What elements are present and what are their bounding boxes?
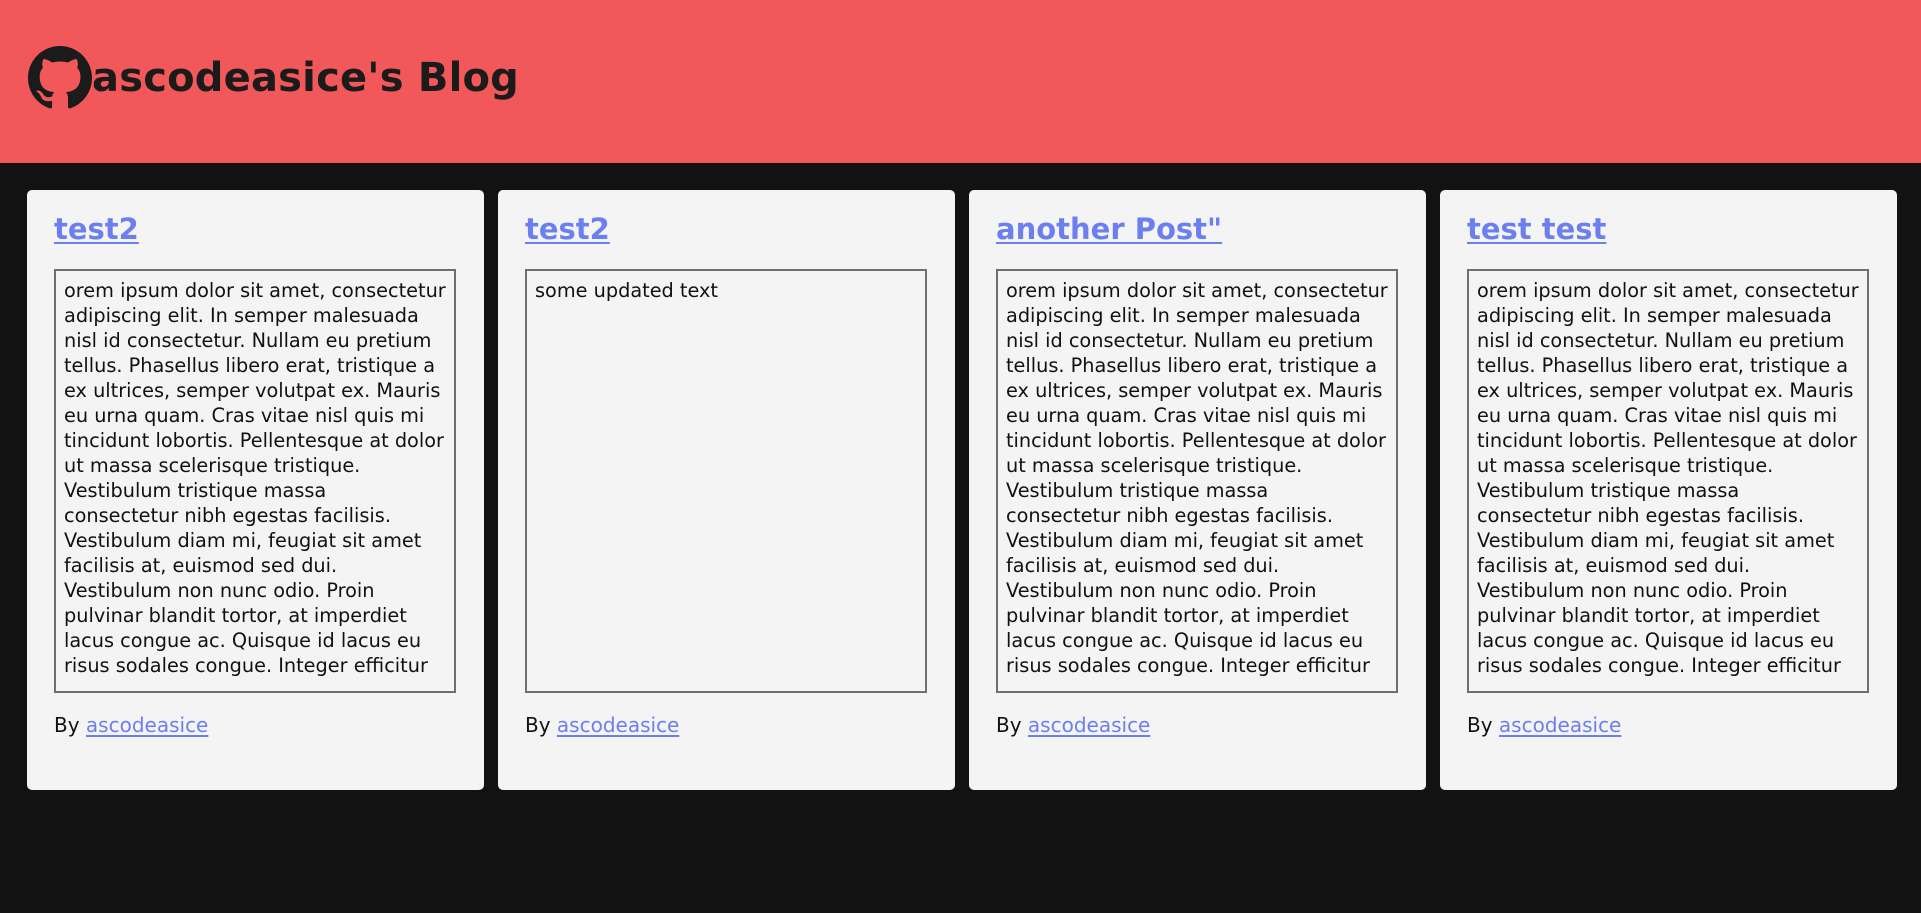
post-title-link[interactable]: test2 [54, 210, 139, 248]
post-byline: By ascodeasice [1467, 712, 1621, 738]
post-body-textarea[interactable]: orem ipsum dolor sit amet, consectetur a… [1467, 269, 1869, 693]
by-label: By [996, 713, 1022, 737]
site-header: ascodeasice's Blog [0, 0, 1921, 163]
post-body-textarea[interactable]: some updated text [525, 269, 927, 693]
post-card: test2 some updated text By ascodeasice [498, 190, 955, 790]
post-byline: By ascodeasice [525, 712, 679, 738]
by-label: By [1467, 713, 1493, 737]
site-title: ascodeasice's Blog [92, 55, 519, 101]
home-link[interactable]: ascodeasice's Blog [28, 46, 519, 110]
post-title-link[interactable]: test test [1467, 210, 1606, 248]
post-title-link[interactable]: test2 [525, 210, 610, 248]
post-body-textarea[interactable]: orem ipsum dolor sit amet, consectetur a… [996, 269, 1398, 693]
by-label: By [525, 713, 551, 737]
github-icon [28, 46, 92, 110]
post-byline: By ascodeasice [996, 712, 1150, 738]
author-link[interactable]: ascodeasice [557, 713, 679, 737]
post-title-link[interactable]: another Post" [996, 210, 1222, 248]
by-label: By [54, 713, 80, 737]
post-byline: By ascodeasice [54, 712, 208, 738]
author-link[interactable]: ascodeasice [1028, 713, 1150, 737]
post-card: another Post" orem ipsum dolor sit amet,… [969, 190, 1426, 790]
posts-list: test2 orem ipsum dolor sit amet, consect… [27, 190, 1897, 790]
post-card: test test orem ipsum dolor sit amet, con… [1440, 190, 1897, 790]
author-link[interactable]: ascodeasice [86, 713, 208, 737]
post-body-textarea[interactable]: orem ipsum dolor sit amet, consectetur a… [54, 269, 456, 693]
post-card: test2 orem ipsum dolor sit amet, consect… [27, 190, 484, 790]
author-link[interactable]: ascodeasice [1499, 713, 1621, 737]
